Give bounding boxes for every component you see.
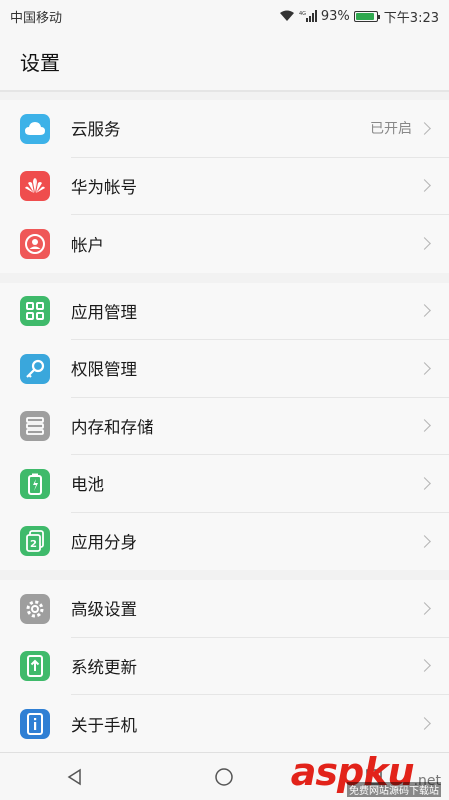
chevron-right-icon (418, 717, 431, 731)
settings-item-content: 系统更新 (71, 638, 449, 695)
svg-text:4G: 4G (299, 11, 306, 17)
watermark-subtitle: 免费网站源码下载站 (347, 782, 441, 797)
settings-item-trailing (418, 361, 431, 375)
settings-item-cloud[interactable]: 云服务 已开启 (0, 100, 449, 158)
settings-group: 高级设置系统更新关于手机 (0, 580, 449, 753)
status-indicators: 4G 93% 下午3:23 (279, 7, 439, 26)
home-icon (215, 767, 234, 786)
chevron-right-icon (418, 304, 431, 318)
page-header: 设置 (0, 32, 449, 92)
chevron-right-icon (418, 237, 431, 251)
signal-icon: 4G (299, 10, 317, 22)
battery-percent: 93% (320, 8, 350, 24)
chevron-right-icon (418, 601, 431, 615)
user-icon (20, 228, 50, 259)
settings-item-user[interactable]: 帐户 (0, 215, 449, 273)
carrier-label: 中国移动 (10, 10, 63, 26)
storage-icon (20, 411, 50, 442)
chevron-right-icon (418, 179, 431, 193)
settings-item-trailing (418, 534, 431, 548)
settings-item-trailing (418, 476, 431, 490)
settings-item-trailing (418, 717, 431, 731)
home-button[interactable] (204, 757, 244, 797)
clock: 下午3:23 (383, 10, 439, 26)
chevron-right-icon (418, 476, 431, 490)
settings-item-label: 帐户 (71, 235, 104, 255)
settings-item-value: 已开启 (370, 121, 412, 138)
settings-list: 云服务 已开启华为帐号帐户应用管理权限管理内存和存储电池 2 应用分身高级设置系统更新… (0, 100, 449, 763)
settings-item-label: 系统更新 (71, 657, 137, 677)
settings-item-content: 高级设置 (71, 580, 449, 638)
settings-item-label: 云服务 (71, 120, 121, 140)
app-twin-icon: 2 (20, 526, 50, 557)
settings-item-content: 应用分身 (71, 513, 449, 571)
chevron-right-icon (418, 534, 431, 548)
settings-item-trailing (418, 601, 431, 615)
gear-icon (20, 593, 50, 624)
chevron-right-icon (418, 659, 431, 673)
settings-item-huawei-logo[interactable]: 华为帐号 (0, 158, 449, 215)
cloud-icon (20, 113, 50, 144)
settings-item-trailing (418, 659, 431, 673)
wifi-icon (279, 10, 295, 22)
settings-item-content: 电池 (71, 455, 449, 513)
settings-item-label: 高级设置 (71, 600, 137, 620)
chevron-right-icon (418, 121, 431, 135)
settings-item-label: 应用管理 (71, 302, 137, 322)
settings-item-trailing (418, 304, 431, 318)
settings-group: 应用管理权限管理内存和存储电池 2 应用分身 (0, 282, 449, 571)
page-title: 设置 (20, 50, 60, 75)
settings-item-apps-grid[interactable]: 应用管理 (0, 283, 449, 340)
settings-item-trailing (418, 179, 431, 193)
status-bar: 中国移动 4G 93% 下午3:23 (0, 0, 449, 32)
info-icon (20, 708, 50, 739)
settings-group: 云服务 已开启华为帐号帐户 (0, 100, 449, 273)
settings-item-label: 应用分身 (71, 533, 137, 553)
settings-item-trailing: 已开启 (370, 118, 431, 138)
settings-item-content: 权限管理 (71, 340, 449, 398)
settings-item-gear[interactable]: 高级设置 (0, 580, 449, 638)
settings-item-trailing (418, 419, 431, 433)
settings-item-label: 华为帐号 (71, 177, 137, 197)
settings-item-label: 电池 (71, 475, 104, 495)
settings-item-content: 华为帐号 (71, 158, 449, 215)
settings-item-key[interactable]: 权限管理 (0, 340, 449, 398)
battery-icon (20, 468, 50, 499)
watermark: aspku.net 免费网站源码下载站 (291, 750, 441, 797)
settings-item-label: 关于手机 (71, 715, 137, 735)
settings-item-battery[interactable]: 电池 (0, 455, 449, 513)
settings-item-content: 帐户 (71, 215, 449, 273)
settings-item-label: 内存和存储 (71, 417, 154, 437)
settings-item-content: 关于手机 (71, 695, 449, 753)
settings-item-trailing (418, 237, 431, 251)
settings-item-content: 应用管理 (71, 283, 449, 340)
settings-item-app-twin[interactable]: 2 应用分身 (0, 513, 449, 571)
back-button[interactable] (55, 757, 95, 797)
back-icon (67, 768, 81, 785)
settings-item-storage[interactable]: 内存和存储 (0, 398, 449, 455)
svg-text:2: 2 (30, 539, 37, 550)
update-icon (20, 651, 50, 682)
settings-item-content: 内存和存储 (71, 398, 449, 455)
settings-item-content: 云服务 已开启 (71, 100, 449, 158)
huawei-logo-icon (20, 171, 50, 202)
chevron-right-icon (418, 361, 431, 375)
key-icon (20, 353, 50, 384)
settings-item-info[interactable]: 关于手机 (0, 695, 449, 753)
chevron-right-icon (418, 419, 431, 433)
settings-item-label: 权限管理 (71, 360, 137, 380)
apps-grid-icon (20, 296, 50, 327)
settings-item-update[interactable]: 系统更新 (0, 638, 449, 695)
battery-level-fill (355, 12, 375, 20)
battery-icon (353, 10, 380, 22)
